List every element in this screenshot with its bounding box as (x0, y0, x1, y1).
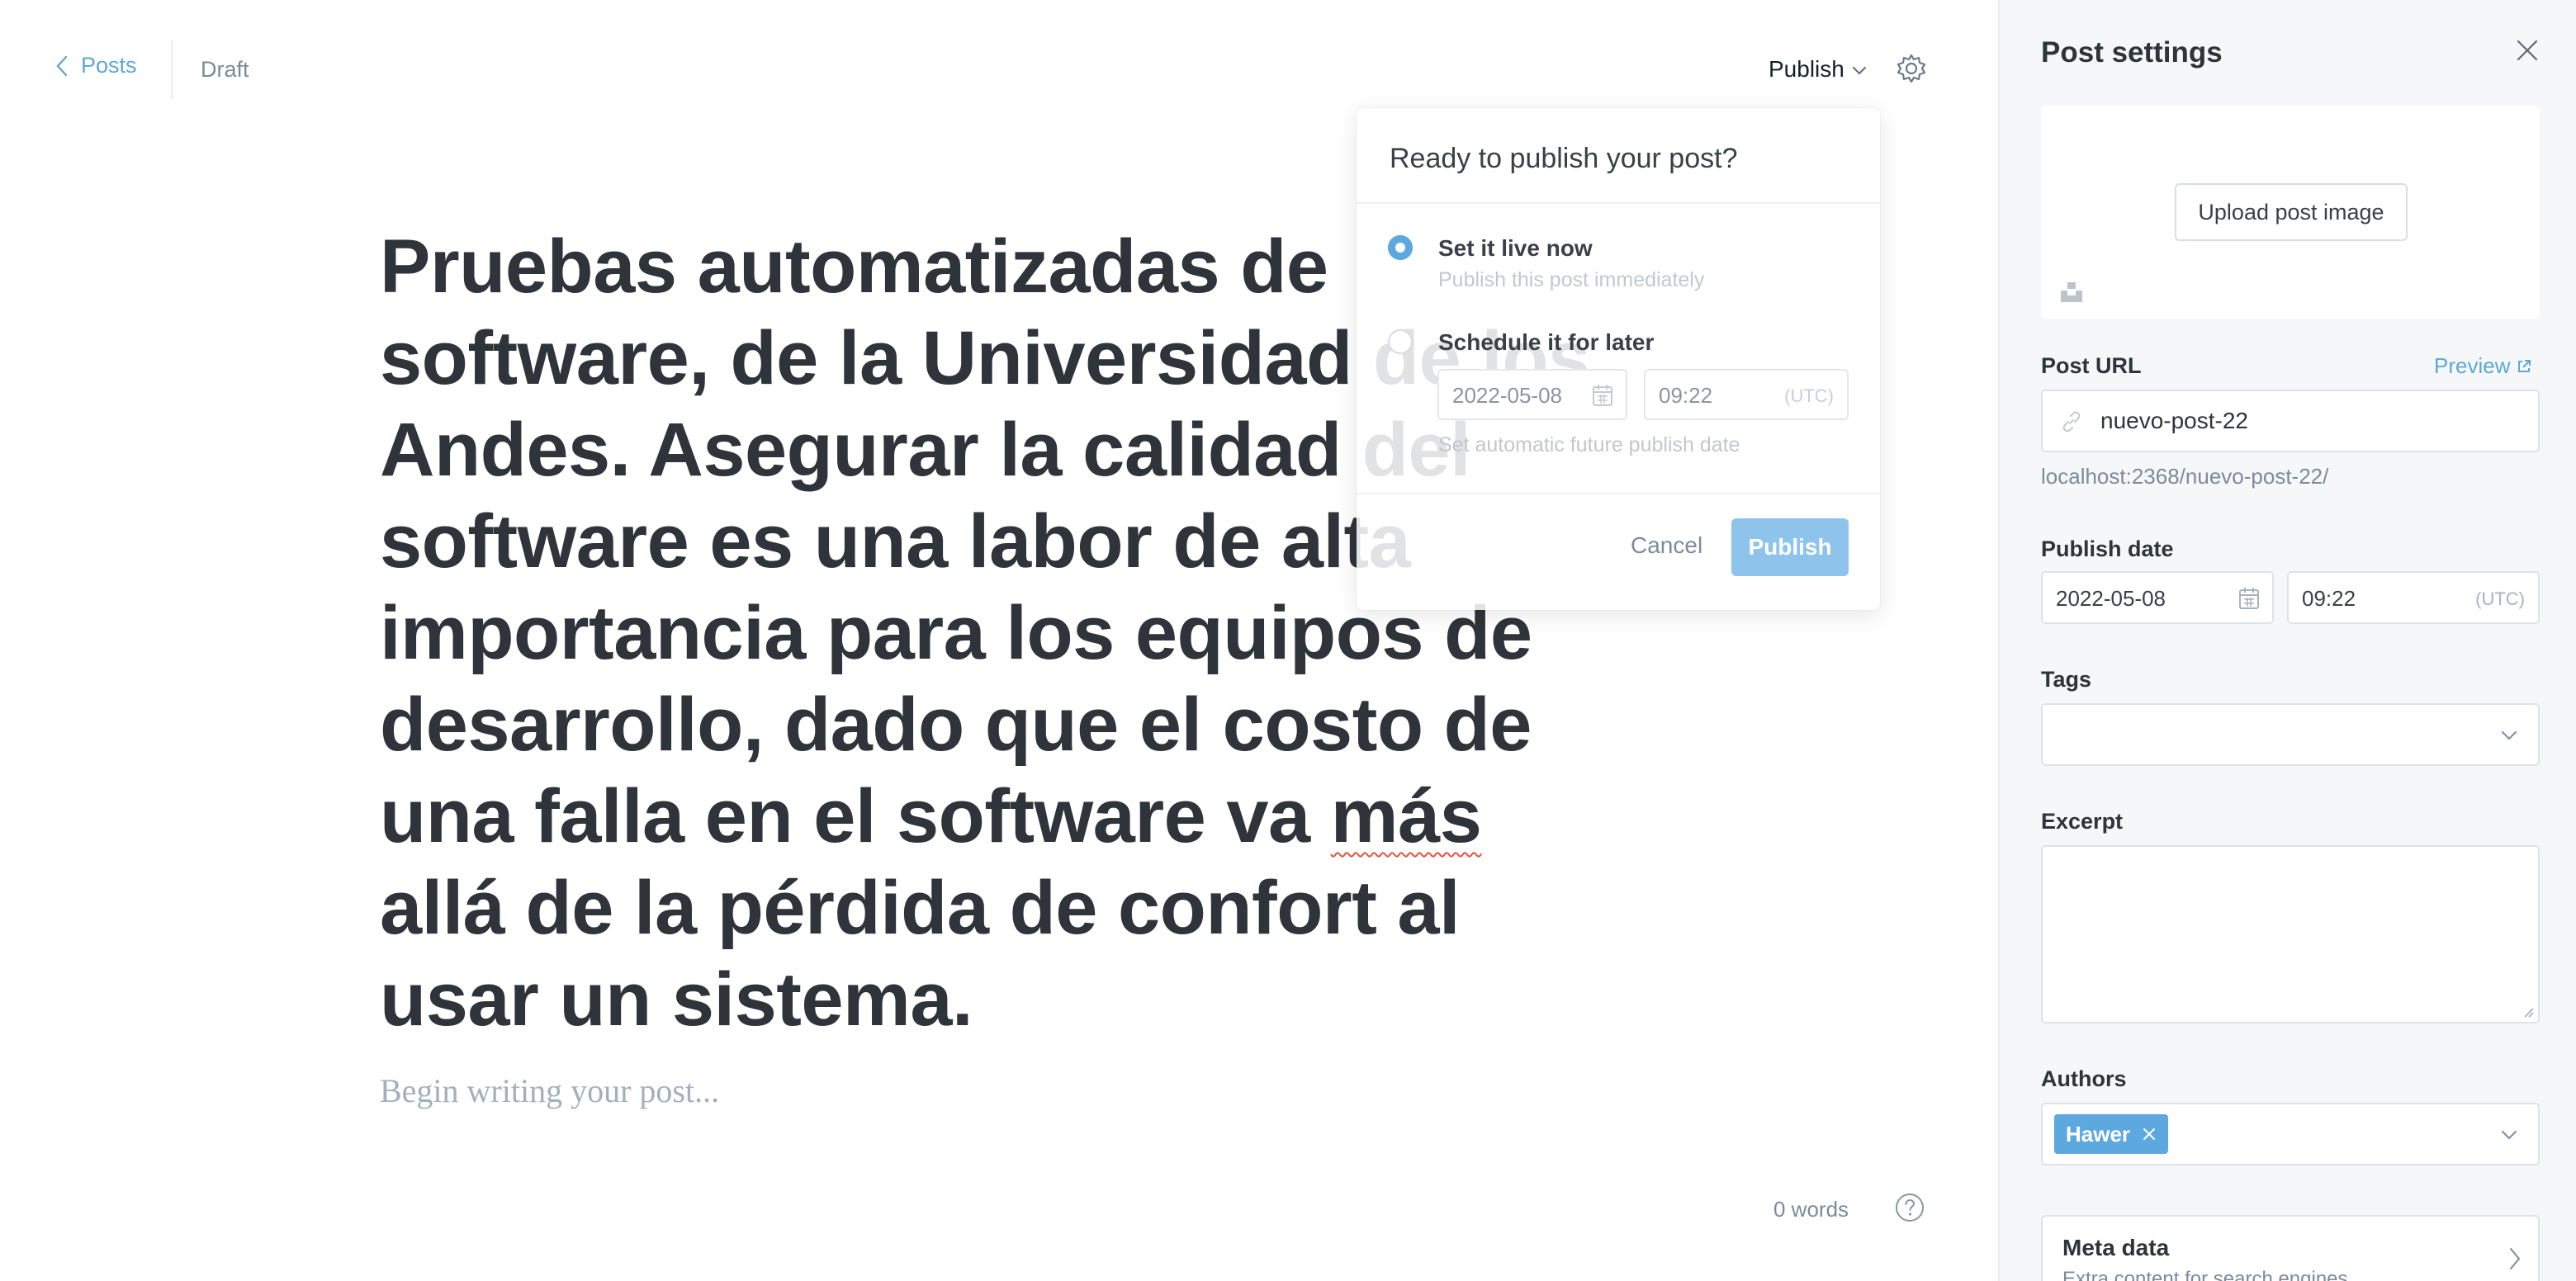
upload-image-button[interactable]: Upload post image (2175, 183, 2408, 241)
full-url-hint: localhost:2368/nuevo-post-22/ (2041, 464, 2329, 489)
header-divider (171, 40, 173, 99)
schedule-time-value: 09:22 (1659, 383, 1713, 408)
publish-date-label: Publish date (2041, 537, 2174, 561)
post-url-input[interactable]: nuevo-post-22 (2041, 390, 2540, 452)
tags-label: Tags (2041, 667, 2092, 692)
author-name: Hawer (2066, 1121, 2131, 1146)
preview-link-label: Preview (2434, 353, 2511, 378)
schedule-later-radio[interactable] (1388, 329, 1413, 354)
schedule-later-description: Set automatic future publish date (1438, 433, 1740, 456)
external-link-icon (2518, 359, 2531, 372)
chevron-down-icon (1852, 67, 1866, 75)
authors-label: Authors (2041, 1066, 2127, 1091)
popover-divider (1357, 493, 1880, 494)
post-url-value: nuevo-post-22 (2100, 408, 2249, 433)
publish-timezone: (UTC) (2475, 589, 2525, 609)
schedule-date-input[interactable]: 2022-05-08 (1437, 369, 1627, 420)
back-link-label: Posts (81, 53, 137, 78)
authors-select[interactable]: Hawer (2041, 1103, 2540, 1165)
calendar-icon[interactable] (1591, 383, 1614, 408)
help-icon[interactable] (1894, 1192, 1925, 1223)
post-status: Draft (201, 57, 249, 82)
schedule-timezone: (UTC) (1784, 385, 1834, 406)
post-body-editor[interactable]: Begin writing your post... (380, 1071, 719, 1110)
title-text-end: allá de la pérdida de confort al usar un… (380, 866, 1461, 1042)
popover-divider (1357, 202, 1880, 204)
editor-area: Posts Draft Publish Pruebas automatizada… (0, 0, 1998, 1281)
publish-time-input[interactable]: 09:22 (UTC) (2287, 571, 2540, 624)
author-token[interactable]: Hawer (2054, 1114, 2169, 1154)
schedule-date-value: 2022-05-08 (1452, 383, 1562, 408)
post-settings-panel: Post settings Upload post image Post URL… (1998, 0, 2576, 1281)
publish-button[interactable]: Publish (1731, 518, 1849, 576)
publish-now-label[interactable]: Set it live now (1438, 235, 1593, 262)
chevron-down-icon (2502, 1131, 2517, 1140)
post-url-label: Post URL (2041, 353, 2142, 378)
remove-author-icon[interactable] (2142, 1127, 2157, 1142)
publish-popover: Ready to publish your post? Set it live … (1357, 108, 1880, 610)
publish-time-value: 09:22 (2302, 586, 2356, 611)
publish-now-radio[interactable] (1388, 235, 1413, 260)
chevron-left-icon (56, 55, 68, 76)
popover-title: Ready to publish your post? (1390, 143, 1738, 174)
tags-select[interactable] (2041, 703, 2540, 766)
meta-data-title: Meta data (2062, 1235, 2170, 1260)
publish-now-description: Publish this post immediately (1438, 268, 1705, 291)
word-count: 0 words (1773, 1197, 1849, 1222)
panel-title: Post settings (2041, 36, 2223, 69)
close-icon[interactable] (2515, 38, 2540, 63)
chevron-right-icon (2510, 1248, 2521, 1269)
back-to-posts-link[interactable]: Posts (54, 53, 137, 78)
resize-grip-icon[interactable] (2523, 1007, 2535, 1019)
excerpt-label: Excerpt (2041, 809, 2124, 834)
excerpt-textarea[interactable] (2041, 845, 2540, 1023)
gear-icon[interactable] (1896, 53, 1927, 84)
publish-menu-trigger[interactable]: Publish (1769, 56, 1868, 83)
calendar-icon[interactable] (2237, 586, 2261, 611)
preview-link[interactable]: Preview (2434, 353, 2531, 379)
meta-data-description: Extra content for search engines (2062, 1268, 2348, 1281)
feature-image-area: Upload post image (2041, 106, 2540, 319)
publish-date-value: 2022-05-08 (2056, 586, 2166, 611)
link-icon (2062, 411, 2081, 433)
publish-date-input[interactable]: 2022-05-08 (2041, 571, 2274, 624)
publish-trigger-label: Publish (1769, 56, 1844, 82)
title-misspelled-word: más (1330, 774, 1482, 858)
schedule-time-input[interactable]: 09:22 (UTC) (1644, 369, 1849, 420)
unsplash-icon[interactable] (2059, 281, 2084, 304)
chevron-down-icon (2502, 731, 2517, 740)
cancel-button[interactable]: Cancel (1631, 532, 1702, 559)
meta-data-section[interactable]: Meta data Extra content for search engin… (2041, 1215, 2540, 1281)
schedule-later-label[interactable]: Schedule it for later (1438, 329, 1654, 356)
